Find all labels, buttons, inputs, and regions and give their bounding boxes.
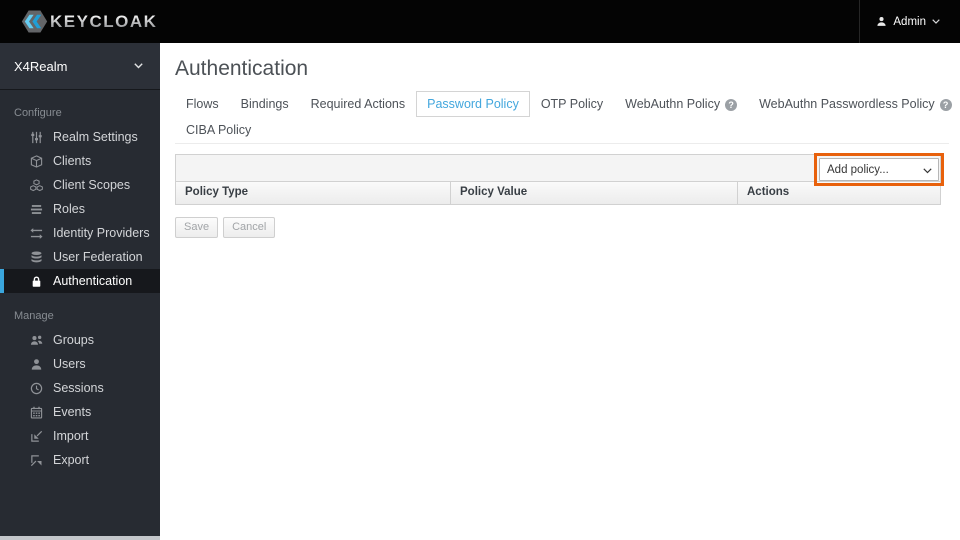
sidebar-item-users[interactable]: Users (0, 352, 160, 376)
sidebar-item-events[interactable]: Events (0, 400, 160, 424)
database-icon (29, 250, 43, 264)
tab-otp-policy[interactable]: OTP Policy (530, 91, 614, 117)
page-title: Authentication (175, 57, 309, 80)
sidebar-item-label: Import (53, 429, 89, 443)
question-circle-icon[interactable]: ? (725, 98, 738, 111)
sidebar-item-label: Sessions (53, 381, 104, 395)
tab-webauthn-policy[interactable]: WebAuthn Policy? (614, 91, 748, 117)
sidebar-item-import[interactable]: Import (0, 424, 160, 448)
sidebar-item-roles[interactable]: Roles (0, 197, 160, 221)
sidebar-bottom-strip (0, 536, 160, 540)
tab-ciba-policy[interactable]: CIBA Policy (175, 117, 262, 143)
add-policy-select[interactable]: Add policy... (819, 158, 939, 181)
sliders-icon (29, 130, 43, 144)
sidebar-item-groups[interactable]: Groups (0, 328, 160, 352)
tab-flows[interactable]: Flows (175, 91, 230, 117)
sidebar-item-export[interactable]: Export (0, 448, 160, 472)
keycloak-logo[interactable]: KEYCLOAK (21, 9, 157, 34)
form-buttons: Save Cancel (175, 217, 960, 238)
main-content: Authentication Flows Bindings Required A… (160, 43, 960, 540)
tab-bar: Flows Bindings Required Actions Password… (175, 91, 952, 144)
cube-icon (29, 154, 43, 168)
sidebar-item-client-scopes[interactable]: Client Scopes (0, 173, 160, 197)
tab-webauthn-passwordless-policy[interactable]: WebAuthn Passwordless Policy? (748, 91, 960, 117)
sidebar-item-label: Authentication (53, 274, 133, 288)
sidebar-item-realm-settings[interactable]: Realm Settings (0, 125, 160, 149)
user-icon (876, 16, 887, 27)
export-icon (29, 453, 43, 467)
top-bar: KEYCLOAK Admin (0, 0, 960, 43)
sidebar-item-label: Realm Settings (53, 130, 138, 144)
sidebar-item-identity-providers[interactable]: Identity Providers (0, 221, 160, 245)
sidebar-item-label: Client Scopes (53, 178, 131, 192)
user-icon (29, 357, 43, 371)
sidebar: X4Realm Configure Realm Settings Clients (0, 43, 160, 536)
import-icon (29, 429, 43, 443)
realm-selector[interactable]: X4Realm (0, 43, 160, 90)
question-circle-icon[interactable]: ? (939, 98, 952, 111)
sidebar-item-label: Export (53, 453, 90, 467)
clock-icon (29, 381, 43, 395)
chevron-down-icon (932, 19, 940, 24)
column-header-policy-type: Policy Type (185, 186, 249, 198)
highlight-annotation-box: Add policy... (814, 153, 944, 186)
column-header-policy-value: Policy Value (450, 182, 737, 204)
tab-password-policy[interactable]: Password Policy (416, 91, 530, 117)
sidebar-item-sessions[interactable]: Sessions (0, 376, 160, 400)
user-menu[interactable]: Admin (859, 0, 960, 43)
sidebar-item-clients[interactable]: Clients (0, 149, 160, 173)
sidebar-item-label: Groups (53, 333, 94, 347)
configure-nav: Realm Settings Clients Client Scopes Rol… (0, 125, 160, 293)
password-policy-panel: Add policy... Policy Type Policy Value A… (175, 153, 944, 205)
exchange-icon (29, 226, 43, 240)
sidebar-item-label: Users (53, 357, 86, 371)
tab-bindings[interactable]: Bindings (230, 91, 300, 117)
sidebar-item-label: Events (53, 405, 92, 419)
chevron-down-icon (134, 63, 143, 69)
user-menu-label: Admin (893, 15, 926, 28)
sidebar-item-label: Clients (53, 154, 92, 168)
list-icon (29, 202, 43, 216)
save-button[interactable]: Save (175, 217, 219, 238)
cancel-button[interactable]: Cancel (223, 217, 276, 238)
nav-section-manage: Manage (14, 310, 54, 322)
sidebar-item-label: User Federation (53, 250, 143, 264)
sidebar-item-user-federation[interactable]: User Federation (0, 245, 160, 269)
sidebar-item-label: Identity Providers (53, 226, 150, 240)
cubes-icon (29, 178, 43, 192)
realm-name: X4Realm (14, 58, 68, 74)
tab-required-actions[interactable]: Required Actions (300, 91, 417, 117)
lock-icon (29, 274, 43, 288)
sidebar-item-authentication[interactable]: Authentication (0, 269, 160, 293)
nav-section-configure: Configure (14, 107, 62, 119)
brand-text: KEYCLOAK (50, 11, 158, 31)
manage-nav: Groups Users Sessions Events Import Expo… (0, 328, 160, 472)
keycloak-hexagon-icon (21, 9, 48, 34)
table-toolbar: Add policy... (175, 153, 944, 186)
calendar-icon (29, 405, 43, 419)
groups-icon (29, 333, 43, 347)
sidebar-item-label: Roles (53, 202, 85, 216)
